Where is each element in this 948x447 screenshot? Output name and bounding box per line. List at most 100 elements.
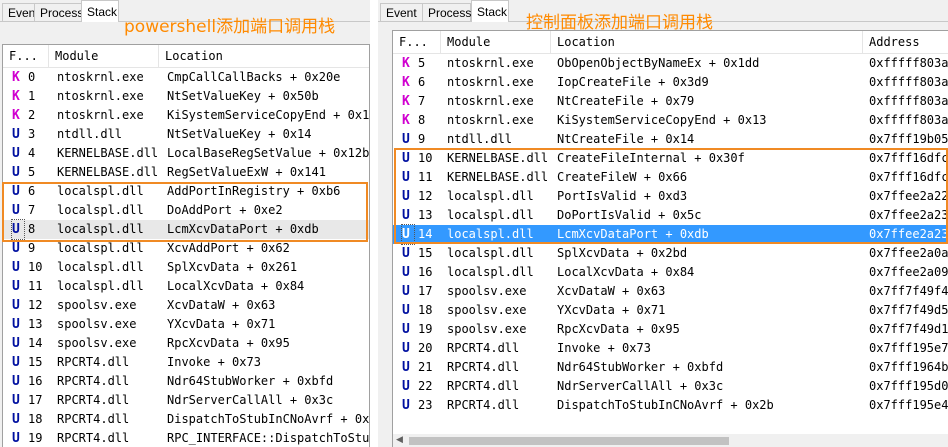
location-cell: NtCreateFile + 0x79 bbox=[557, 94, 695, 108]
table-row[interactable]: U 18 RPCRT4.dll DispatchToStubInCNoAvrf + 0… bbox=[3, 410, 369, 429]
module-cell: localspl.dll bbox=[57, 260, 144, 274]
table-row[interactable]: U 7 localspl.dll DoAddPort + 0xe2 bbox=[3, 201, 369, 220]
table-row[interactable]: U 20 RPCRT4.dll Invoke + 0x73 0x7fff195e7 bbox=[393, 339, 948, 358]
stack-list[interactable]: F... Module Location Address K 5 ntoskrnl.… bbox=[392, 30, 948, 447]
panel-annotation-title: powershell添加端口调用栈 bbox=[124, 17, 336, 37]
table-row[interactable]: U 13 spoolsv.exe YXcvData + 0x71 bbox=[3, 315, 369, 334]
table-row[interactable]: U 19 spoolsv.exe RpcXcvData + 0x95 0x7ff7f49… bbox=[393, 320, 948, 339]
tab-stack[interactable]: Stack bbox=[471, 0, 509, 22]
frame-number: 1 bbox=[28, 89, 36, 103]
table-row[interactable]: U 12 spoolsv.exe XcvDataW + 0x63 bbox=[3, 296, 369, 315]
address-cell: 0x7ff7f49d1 bbox=[869, 322, 948, 336]
table-row[interactable]: U 13 localspl.dll DoPortIsValid + 0x5c 0x7ff… bbox=[393, 206, 948, 225]
table-row[interactable]: U 22 RPCRT4.dll NdrServerCallAll + 0x3c 0x7f… bbox=[393, 377, 948, 396]
col-module-header[interactable]: Module bbox=[441, 31, 551, 53]
module-cell: ntoskrnl.exe bbox=[447, 113, 534, 127]
scrollbar-thumb[interactable] bbox=[409, 437, 729, 445]
module-cell: RPCRT4.dll bbox=[57, 355, 130, 369]
table-row[interactable]: U 10 localspl.dll SplXcvData + 0x261 bbox=[3, 258, 369, 277]
frame-number: 22 bbox=[418, 379, 433, 393]
frame-type-icon: U bbox=[12, 393, 20, 408]
frame-number: 7 bbox=[418, 94, 426, 108]
table-row[interactable]: U 14 spoolsv.exe RpcXcvData + 0x95 bbox=[3, 334, 369, 353]
frame-number: 0 bbox=[28, 70, 36, 84]
table-row[interactable]: U 10 KERNELBASE.dll CreateFileInternal + 0x… bbox=[393, 149, 948, 168]
frame-type-icon: U bbox=[12, 146, 20, 161]
table-row[interactable]: U 19 RPCRT4.dll RPC_INTERFACE::DispatchToSt… bbox=[3, 429, 369, 447]
location-cell: Invoke + 0x73 bbox=[557, 341, 651, 355]
frame-number: 3 bbox=[28, 127, 36, 141]
module-cell: KERNELBASE.dll bbox=[57, 146, 159, 160]
location-cell: LocalBaseRegSetValue + 0x12b bbox=[167, 146, 370, 160]
frame-number: 2 bbox=[28, 108, 36, 122]
table-row[interactable]: K 8 ntoskrnl.exe KiSystemServiceCopyEnd + 0… bbox=[393, 111, 948, 130]
scroll-left-icon[interactable]: ◀ bbox=[396, 435, 403, 445]
module-cell: localspl.dll bbox=[57, 222, 144, 236]
location-cell: KiSystemServiceCopyEnd + 0x13 bbox=[557, 113, 767, 127]
tab-event[interactable]: Event bbox=[380, 3, 424, 22]
location-cell: DoAddPort + 0xe2 bbox=[167, 203, 283, 217]
table-row[interactable]: U 5 KERNELBASE.dll RegSetValueExW + 0x141 bbox=[3, 163, 369, 182]
table-row[interactable]: U 15 localspl.dll SplXcvData + 0x2bd 0x7ffee… bbox=[393, 244, 948, 263]
table-row[interactable]: U 17 RPCRT4.dll NdrServerCallAll + 0x3c bbox=[3, 391, 369, 410]
table-row[interactable]: U 16 RPCRT4.dll Ndr64StubWorker + 0xbfd bbox=[3, 372, 369, 391]
table-row[interactable]: U 18 spoolsv.exe YXcvData + 0x71 0x7ff7f49d5 bbox=[393, 301, 948, 320]
table-row[interactable]: U 17 spoolsv.exe XcvDataW + 0x63 0x7ff7f49f4 bbox=[393, 282, 948, 301]
table-row[interactable]: U 14 localspl.dll LcmXcvDataPort + 0xdb 0x7f… bbox=[393, 224, 948, 245]
stack-list[interactable]: F... Module Location K 0 ntoskrnl.exe CmpCa… bbox=[2, 44, 370, 447]
frame-type-icon: U bbox=[11, 219, 25, 240]
table-row[interactable]: U 11 KERNELBASE.dll CreateFileW + 0x66 0x7ff… bbox=[393, 168, 948, 187]
col-location-header[interactable]: Location bbox=[551, 31, 863, 53]
col-address-header[interactable]: Address bbox=[863, 31, 948, 53]
tab-stack[interactable]: Stack bbox=[81, 0, 119, 22]
table-row[interactable]: U 21 RPCRT4.dll Ndr64StubWorker + 0xbfd 0x7f… bbox=[393, 358, 948, 377]
frame-number: 17 bbox=[418, 284, 433, 298]
table-row[interactable]: U 4 KERNELBASE.dll LocalBaseRegSetValue + 0… bbox=[3, 144, 369, 163]
location-cell: CreateFileW + 0x66 bbox=[557, 170, 688, 184]
table-row[interactable]: U 6 localspl.dll AddPortInRegistry + 0xb6 bbox=[3, 182, 369, 201]
frame-type-icon: U bbox=[12, 374, 20, 389]
col-frame-header[interactable]: F... bbox=[3, 45, 49, 67]
tab-process[interactable]: Process bbox=[34, 3, 83, 22]
location-cell: Ndr64StubWorker + 0xbfd bbox=[557, 360, 724, 374]
location-cell: LcmXcvDataPort + 0xdb bbox=[167, 222, 319, 236]
table-row[interactable]: U 9 localspl.dll XcvAddPort + 0x62 bbox=[3, 239, 369, 258]
horizontal-scrollbar[interactable]: ◀ bbox=[393, 434, 948, 447]
table-row[interactable]: U 11 localspl.dll LocalXcvData + 0x84 bbox=[3, 277, 369, 296]
module-cell: RPCRT4.dll bbox=[57, 374, 130, 388]
table-row[interactable]: K 1 ntoskrnl.exe NtSetValueKey + 0x50b bbox=[3, 87, 369, 106]
module-cell: localspl.dll bbox=[447, 227, 534, 241]
frame-number: 18 bbox=[28, 412, 43, 426]
table-row[interactable]: U 15 RPCRT4.dll Invoke + 0x73 bbox=[3, 353, 369, 372]
table-row[interactable]: U 3 ntdll.dll NtSetValueKey + 0x14 bbox=[3, 125, 369, 144]
frame-type-icon: U bbox=[12, 298, 20, 313]
module-cell: RPCRT4.dll bbox=[447, 341, 520, 355]
module-cell: RPCRT4.dll bbox=[57, 393, 130, 407]
module-cell: spoolsv.exe bbox=[447, 284, 527, 298]
table-row[interactable]: K 7 ntoskrnl.exe NtCreateFile + 0x79 0xfffff… bbox=[393, 92, 948, 111]
table-row[interactable]: U 12 localspl.dll PortIsValid + 0xd3 0x7ffee… bbox=[393, 187, 948, 206]
col-frame-header[interactable]: F... bbox=[393, 31, 441, 53]
address-cell: 0x7fff16dfc bbox=[869, 151, 948, 165]
frame-number: 19 bbox=[418, 322, 433, 336]
tab-process[interactable]: Process bbox=[422, 3, 471, 22]
table-row[interactable]: K 0 ntoskrnl.exe CmpCallCallBacks + 0x20e bbox=[3, 68, 369, 87]
table-row[interactable]: K 5 ntoskrnl.exe ObOpenObjectByNameEx + 0x1… bbox=[393, 54, 948, 73]
list-header: F... Module Location bbox=[3, 45, 369, 68]
frame-number: 12 bbox=[418, 189, 433, 203]
table-row[interactable]: K 2 ntoskrnl.exe KiSystemServiceCopyEnd + 0… bbox=[3, 106, 369, 125]
location-cell: RpcXcvData + 0x95 bbox=[167, 336, 290, 350]
table-row[interactable]: U 23 RPCRT4.dll DispatchToStubInCNoAvrf + 0… bbox=[393, 396, 948, 415]
col-location-header[interactable]: Location bbox=[159, 45, 369, 67]
table-row[interactable]: U 9 ntdll.dll NtCreateFile + 0x14 0x7fff19b0… bbox=[393, 130, 948, 149]
col-module-header[interactable]: Module bbox=[49, 45, 159, 67]
frame-number: 15 bbox=[28, 355, 43, 369]
frame-number: 19 bbox=[28, 431, 43, 445]
frame-number: 21 bbox=[418, 360, 433, 374]
table-row[interactable]: U 8 localspl.dll LcmXcvDataPort + 0xdb bbox=[3, 219, 369, 240]
address-cell: 0x7fff195e4 bbox=[869, 398, 948, 412]
table-row[interactable]: U 16 localspl.dll LocalXcvData + 0x84 0x7ffe… bbox=[393, 263, 948, 282]
frame-number: 5 bbox=[418, 56, 426, 70]
table-row[interactable]: K 6 ntoskrnl.exe IopCreateFile + 0x3d9 0xfff… bbox=[393, 73, 948, 92]
frame-number: 10 bbox=[28, 260, 43, 274]
